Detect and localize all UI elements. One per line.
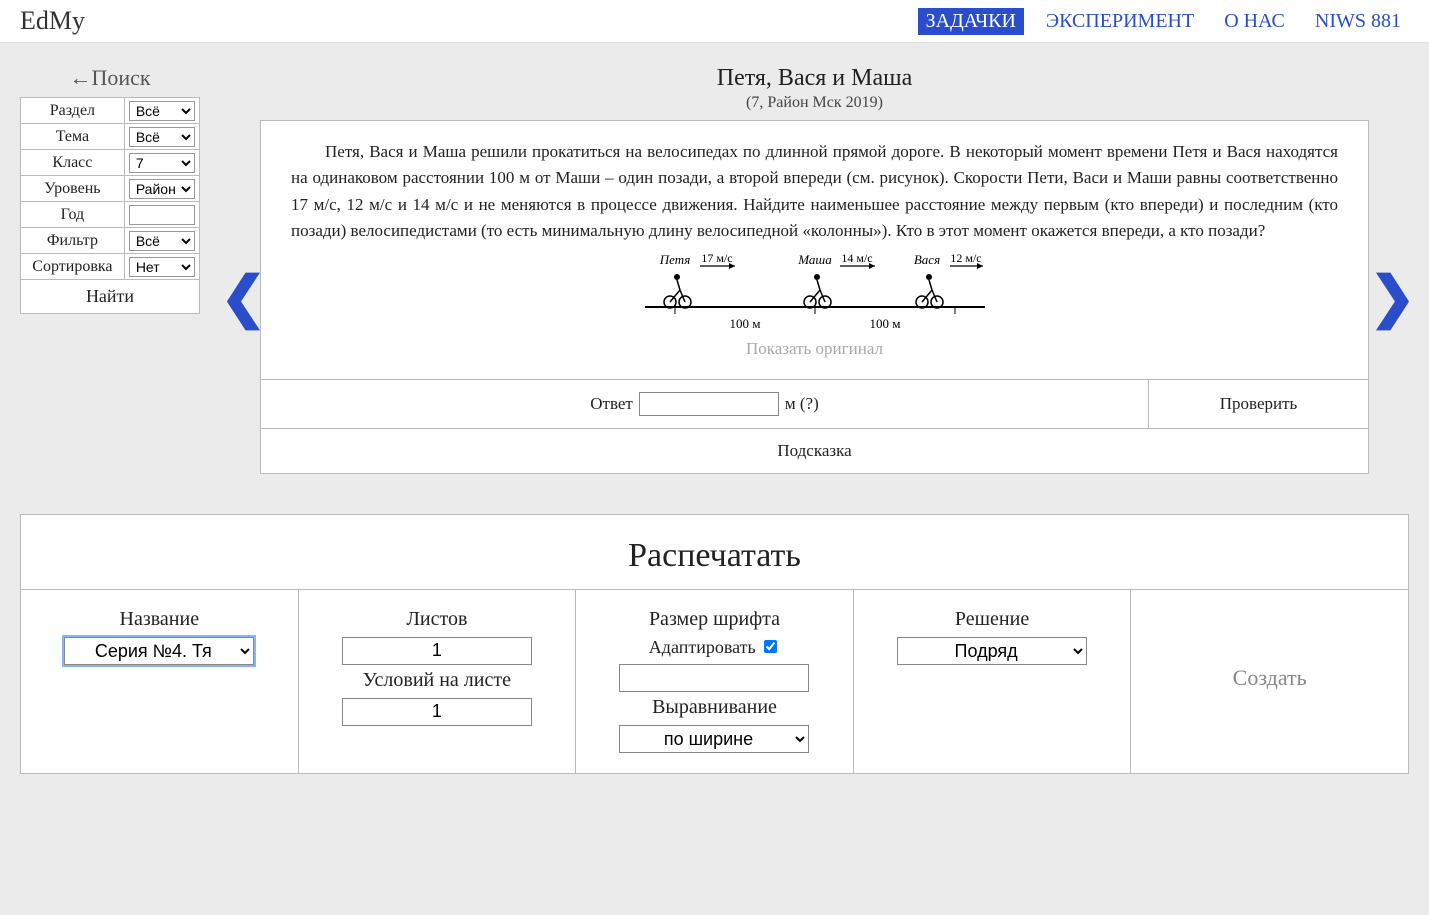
nav-about[interactable]: О НАС: [1216, 8, 1293, 35]
select-sort[interactable]: Нет: [129, 257, 195, 277]
label-grade: Класс: [21, 150, 125, 176]
print-solution-label: Решение: [864, 608, 1121, 631]
input-year[interactable]: [129, 205, 195, 225]
print-align-select[interactable]: по ширине: [619, 725, 809, 753]
problem-subtitle: (7, Район Мск 2019): [220, 94, 1409, 112]
problem-text: Петя, Вася и Маша решили прокатиться на …: [291, 139, 1338, 244]
show-original-link[interactable]: Показать оригинал: [291, 336, 1338, 362]
print-create-label: Создать: [1233, 665, 1307, 691]
label-level: Уровень: [21, 176, 125, 202]
search-title: ←Поиск: [20, 65, 200, 91]
problem-body: Петя, Вася и Маша решили прокатиться на …: [261, 121, 1368, 379]
rider-petya: Петя 17 м/с: [658, 252, 734, 308]
print-adapt-checkbox[interactable]: [764, 640, 777, 653]
select-topic[interactable]: Всё: [129, 127, 195, 147]
svg-text:Петя: Петя: [658, 252, 690, 267]
label-topic: Тема: [21, 124, 125, 150]
print-persheet-label: Условий на листе: [309, 669, 566, 692]
rider-vasya: Вася 12 м/с: [913, 252, 982, 308]
svg-text:Вася: Вася: [913, 252, 939, 267]
answer-unit: м (?): [785, 394, 819, 414]
check-button[interactable]: Проверить: [1148, 380, 1368, 428]
select-level[interactable]: Район М: [129, 179, 195, 199]
problem-diagram: 100 м 100 м Петя: [635, 252, 995, 332]
answer-label: Ответ: [590, 394, 633, 414]
print-create-button[interactable]: Создать: [1131, 590, 1408, 773]
print-col-name: Название Серия №4. Тя: [21, 590, 299, 773]
svg-text:12 м/с: 12 м/с: [950, 252, 981, 265]
print-panel: Распечатать Название Серия №4. Тя Листов…: [20, 514, 1409, 774]
find-button[interactable]: Найти: [21, 280, 200, 314]
print-align-label: Выравнивание: [586, 696, 843, 719]
print-solution-select[interactable]: Подряд: [897, 637, 1087, 665]
print-font-input[interactable]: [619, 664, 809, 692]
select-section[interactable]: Всё: [129, 101, 195, 121]
svg-text:Маша: Маша: [797, 252, 832, 267]
print-name-label: Название: [31, 608, 288, 631]
svg-text:17 м/с: 17 м/с: [701, 252, 732, 265]
brand-logo: EdMy: [20, 6, 85, 36]
header: EdMy ЗАДАЧКИ ЭКСПЕРИМЕНТ О НАС NIWS 881: [0, 0, 1429, 43]
print-name-select[interactable]: Серия №4. Тя: [64, 637, 254, 665]
problem-title: Петя, Вася и Маша: [220, 65, 1409, 92]
print-sheets-label: Листов: [309, 608, 566, 631]
problem-area: Петя, Вася и Маша (7, Район Мск 2019) ❮ …: [210, 57, 1429, 474]
label-filter: Фильтр: [21, 228, 125, 254]
answer-row: Ответ м (?) Проверить: [261, 379, 1368, 428]
print-title: Распечатать: [21, 515, 1408, 589]
print-col-font: Размер шрифта Адаптировать Выравнивание …: [576, 590, 854, 773]
dist-1: 100 м: [729, 316, 760, 331]
prev-arrow-icon[interactable]: ❮: [220, 264, 260, 330]
label-year: Год: [21, 202, 125, 228]
label-section: Раздел: [21, 98, 125, 124]
select-grade[interactable]: 7: [129, 153, 195, 173]
answer-input[interactable]: [639, 392, 779, 416]
rider-masha: Маша 14 м/с: [797, 252, 875, 308]
print-col-solution: Решение Подряд: [854, 590, 1132, 773]
search-sidebar: ←Поиск Раздел Всё Тема Всё Класс 7 Урове…: [0, 57, 210, 314]
search-table: Раздел Всё Тема Всё Класс 7 Уровень Райо…: [20, 97, 200, 314]
print-sheets-input[interactable]: [342, 637, 532, 665]
top-nav: ЗАДАЧКИ ЭКСПЕРИМЕНТ О НАС NIWS 881: [918, 8, 1409, 35]
label-sort: Сортировка: [21, 254, 125, 280]
print-col-sheets: Листов Условий на листе: [299, 590, 577, 773]
problem-card: Петя, Вася и Маша решили прокатиться на …: [260, 120, 1369, 474]
print-adapt-label: Адаптировать: [649, 637, 756, 657]
nav-niws[interactable]: NIWS 881: [1307, 8, 1409, 35]
svg-text:14 м/с: 14 м/с: [841, 252, 872, 265]
select-filter[interactable]: Всё: [129, 231, 195, 251]
nav-tasks[interactable]: ЗАДАЧКИ: [918, 8, 1024, 35]
next-arrow-icon[interactable]: ❯: [1369, 264, 1409, 330]
nav-experiment[interactable]: ЭКСПЕРИМЕНТ: [1038, 8, 1202, 35]
print-persheet-input[interactable]: [342, 698, 532, 726]
print-font-label: Размер шрифта: [586, 608, 843, 631]
hint-button[interactable]: Подсказка: [261, 428, 1368, 473]
dist-2: 100 м: [869, 316, 900, 331]
